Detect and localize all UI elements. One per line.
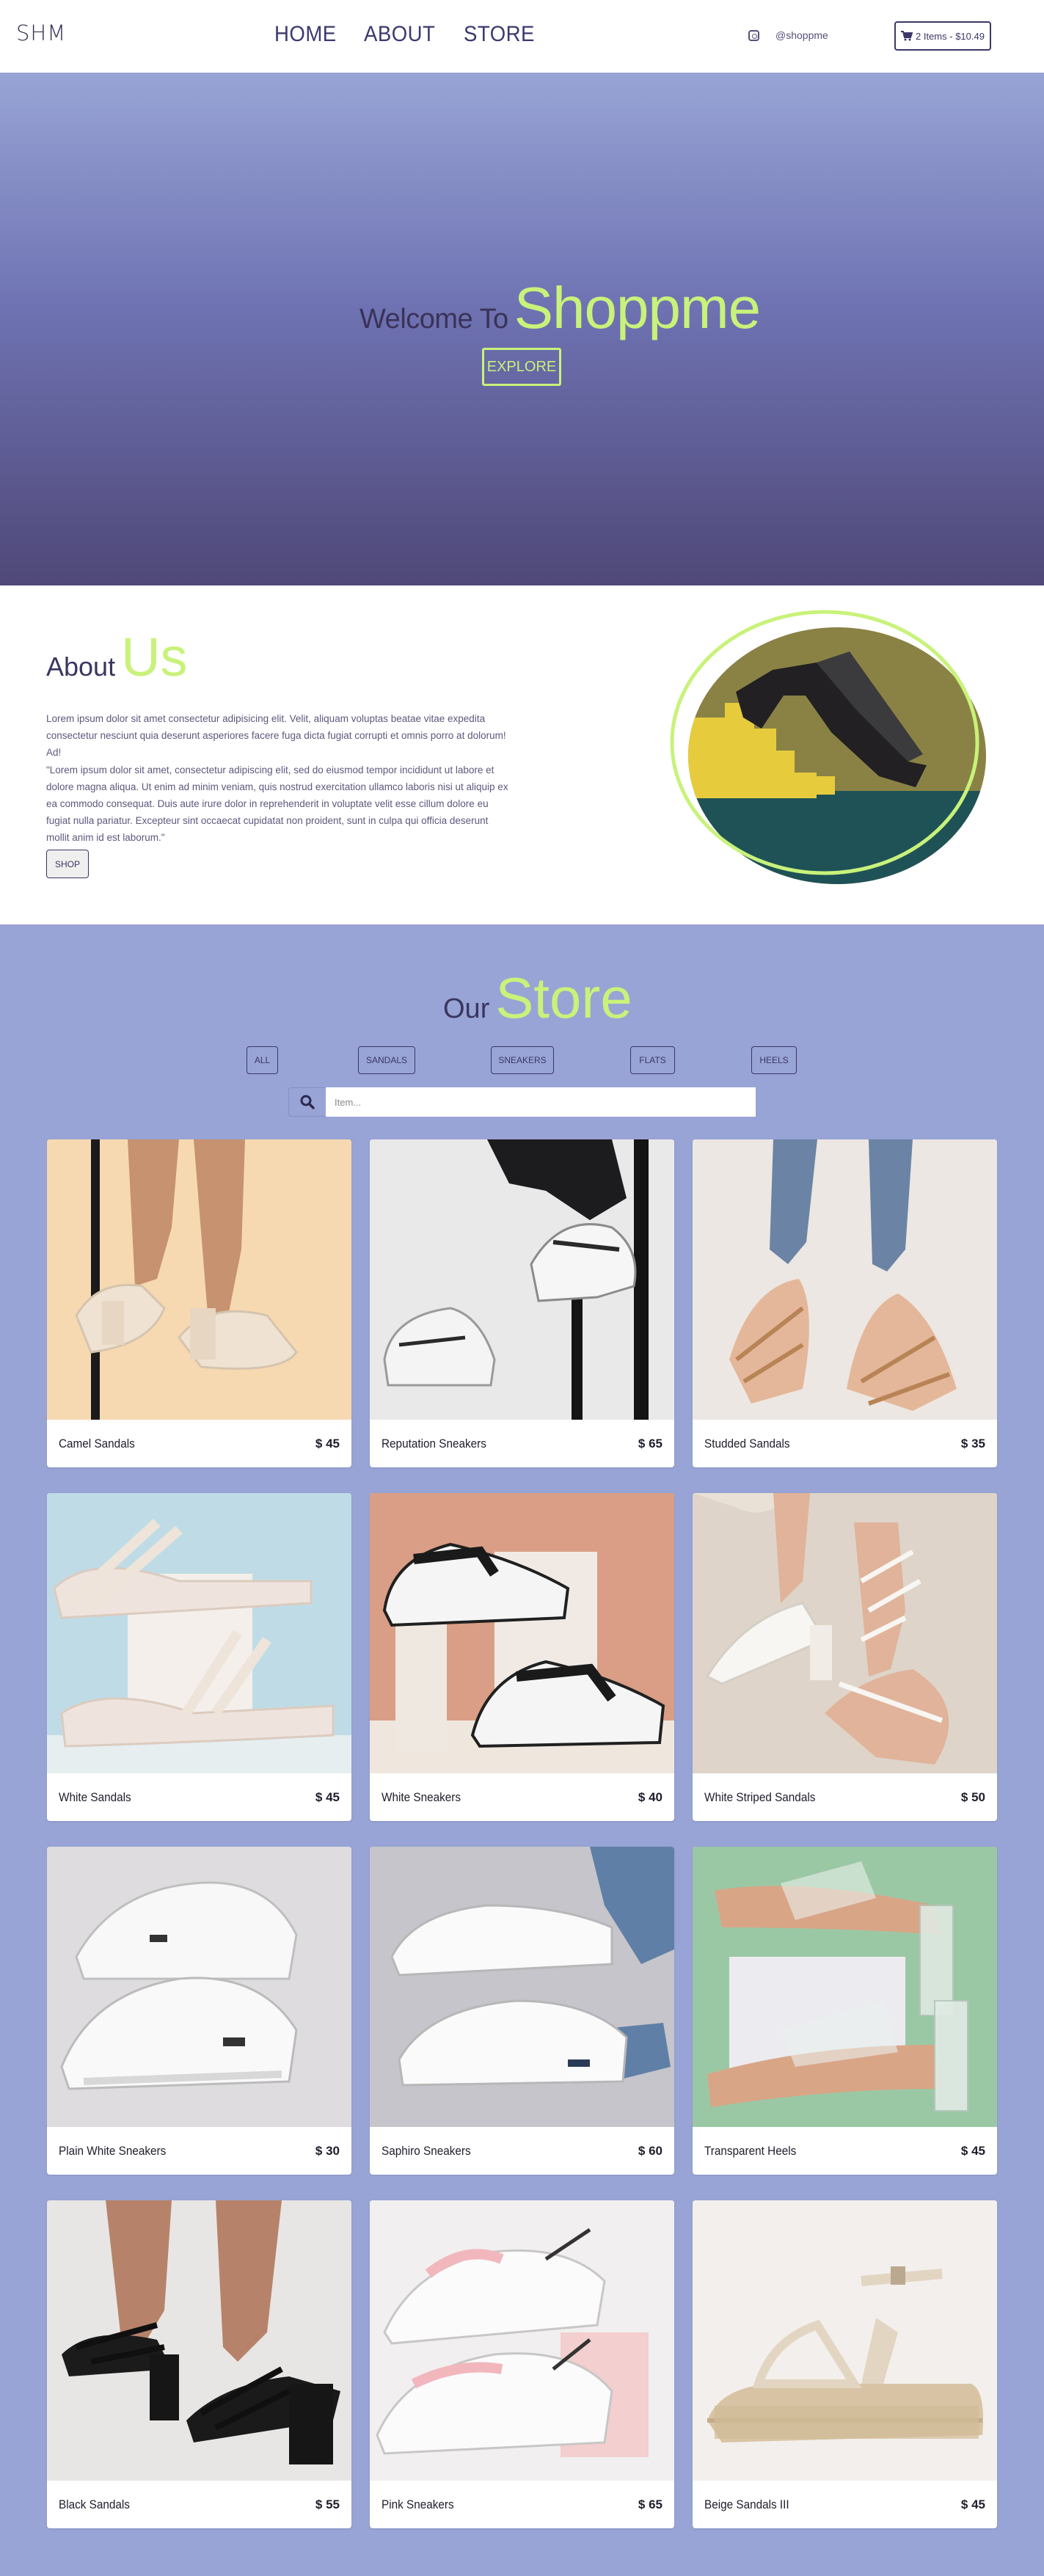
product-name: White Sandals	[59, 1789, 131, 1804]
product-name: Transparent Heels	[704, 2143, 797, 2158]
cart-button[interactable]: 2 Items - $10.49	[894, 21, 991, 51]
navbar: SHM HOME ABOUT STORE @shoppme 2 Items - …	[0, 0, 1044, 73]
product-name: Camel Sandals	[59, 1436, 135, 1451]
product-price: $ 40	[638, 1789, 662, 1804]
store-title-accent: Store	[495, 966, 632, 1030]
product-image	[370, 2200, 674, 2481]
product-card[interactable]: White Sneakers $ 40	[370, 1493, 674, 1821]
product-info: Studded Sandals $ 35	[693, 1420, 997, 1467]
about-paragraph-2: "Lorem ipsum dolor sit amet, consectetur…	[46, 765, 508, 843]
search-icon	[300, 1095, 315, 1109]
product-card[interactable]: White Sandals $ 45	[47, 1493, 351, 1821]
product-card[interactable]: Reputation Sneakers $ 65	[370, 1139, 674, 1467]
product-card[interactable]: Transparent Heels $ 45	[693, 1847, 997, 2175]
product-price: $ 50	[960, 1789, 985, 1804]
product-info: White Sneakers $ 40	[370, 1773, 674, 1821]
filter-flats-button[interactable]: FLATS	[630, 1046, 675, 1074]
product-price: $ 30	[315, 2143, 340, 2158]
social-link[interactable]: @shoppme	[748, 29, 828, 41]
about-paragraph-1: Lorem ipsum dolor sit amet consectetur a…	[46, 713, 506, 758]
product-image	[47, 1139, 351, 1420]
cart-icon	[901, 31, 913, 41]
product-price: $ 65	[638, 2497, 662, 2511]
hero-title: Welcome To Shoppme	[359, 274, 761, 342]
hero-brand-text: Shoppme	[514, 275, 761, 340]
product-info: Transparent Heels $ 45	[693, 2127, 997, 2175]
product-image	[47, 1847, 351, 2127]
product-price: $ 35	[960, 1436, 985, 1451]
product-info: Pink Sneakers $ 65	[370, 2481, 674, 2528]
filter-sandals-button[interactable]: SANDALS	[358, 1046, 415, 1074]
nav-link-about[interactable]: ABOUT	[364, 22, 435, 47]
store-title: Our Store	[443, 965, 632, 1032]
about-title: About Us	[46, 626, 188, 688]
product-name: Reputation Sneakers	[382, 1436, 486, 1451]
nav-links: HOME ABOUT STORE	[274, 22, 541, 47]
product-info: Saphiro Sneakers $ 60	[370, 2127, 674, 2175]
product-card[interactable]: Saphiro Sneakers $ 60	[370, 1847, 674, 2175]
product-info: White Sandals $ 45	[47, 1773, 351, 1821]
product-image	[370, 1139, 674, 1420]
product-image	[370, 1847, 674, 2127]
search-input[interactable]	[326, 1087, 756, 1117]
cart-summary: 2 Items - $10.49	[916, 30, 985, 42]
product-name: Plain White Sneakers	[59, 2143, 167, 2158]
about-title-accent: Us	[121, 627, 188, 687]
product-price: $ 45	[315, 1436, 340, 1451]
product-info: Black Sandals $ 55	[47, 2481, 351, 2528]
product-card[interactable]: Black Sandals $ 55	[47, 2200, 351, 2528]
product-card[interactable]: Camel Sandals $ 45	[47, 1139, 351, 1467]
product-name: White Sneakers	[382, 1789, 461, 1804]
store-title-word: Our	[443, 993, 490, 1024]
store-section: Our Store ALL SANDALS SNEAKERS FLATS HEE…	[0, 924, 1044, 2576]
about-title-word: About	[46, 652, 116, 682]
product-price: $ 45	[960, 2143, 985, 2158]
product-name: Black Sandals	[59, 2497, 130, 2511]
product-card[interactable]: Beige Sandals III $ 45	[693, 2200, 997, 2528]
product-card[interactable]: Pink Sneakers $ 65	[370, 2200, 674, 2528]
nav-link-store[interactable]: STORE	[464, 22, 535, 47]
product-image	[693, 1847, 997, 2127]
product-price: $ 55	[315, 2497, 340, 2511]
search-button[interactable]	[288, 1087, 326, 1117]
product-info: Plain White Sneakers $ 30	[47, 2127, 351, 2175]
about-shoe-image	[670, 610, 986, 884]
product-image	[693, 1139, 997, 1420]
product-image	[47, 1493, 351, 1773]
product-price: $ 60	[638, 2143, 662, 2158]
product-name: Pink Sneakers	[382, 2497, 454, 2511]
filter-all-button[interactable]: ALL	[247, 1046, 278, 1074]
nav-link-home[interactable]: HOME	[274, 22, 337, 47]
product-image	[693, 2200, 997, 2481]
product-price: $ 65	[638, 1436, 662, 1451]
product-price: $ 45	[960, 2497, 985, 2511]
product-name: White Striped Sandals	[704, 1789, 816, 1804]
product-price: $ 45	[315, 1789, 340, 1804]
site-logo[interactable]: SHM	[16, 21, 66, 45]
filter-sneakers-button[interactable]: SNEAKERS	[491, 1046, 554, 1074]
product-info: Reputation Sneakers $ 65	[370, 1420, 674, 1467]
product-card[interactable]: Plain White Sneakers $ 30	[47, 1847, 351, 2175]
product-info: Beige Sandals III $ 45	[693, 2481, 997, 2528]
product-card[interactable]: Studded Sandals $ 35	[693, 1139, 997, 1467]
hero-welcome-text: Welcome To	[359, 304, 508, 335]
product-name: Saphiro Sneakers	[382, 2143, 471, 2158]
product-name: Studded Sandals	[704, 1436, 790, 1451]
product-info: White Striped Sandals $ 50	[693, 1773, 997, 1821]
product-image	[693, 1493, 997, 1773]
about-section: About Us Lorem ipsum dolor sit amet cons…	[0, 585, 1044, 924]
search-bar	[288, 1087, 756, 1117]
filter-heels-button[interactable]: HEELS	[751, 1046, 797, 1074]
product-card[interactable]: White Striped Sandals $ 50	[693, 1493, 997, 1821]
hero-section: Welcome To Shoppme EXPLORE	[0, 73, 1044, 585]
instagram-icon	[748, 29, 759, 41]
social-handle: @shoppme	[775, 29, 828, 41]
shop-button[interactable]: SHOP	[46, 850, 89, 878]
explore-button[interactable]: EXPLORE	[482, 348, 561, 386]
product-image	[47, 2200, 351, 2481]
product-name: Beige Sandals III	[704, 2497, 789, 2511]
product-image	[370, 1493, 674, 1773]
product-info: Camel Sandals $ 45	[47, 1420, 351, 1467]
